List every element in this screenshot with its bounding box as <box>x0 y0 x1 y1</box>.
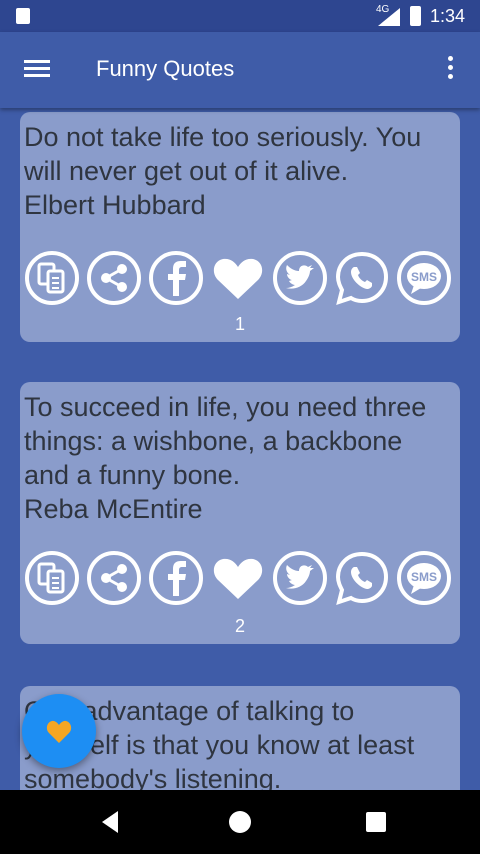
quote-body: To succeed in life, you need three thing… <box>24 390 454 526</box>
hamburger-menu-icon[interactable] <box>24 60 50 78</box>
heart-icon[interactable] <box>210 250 266 306</box>
copy-icon[interactable] <box>24 250 80 306</box>
system-nav-bar <box>0 790 480 854</box>
twitter-icon[interactable] <box>272 550 328 606</box>
quote-number: 1 <box>234 314 245 334</box>
sim-card-icon <box>16 8 30 24</box>
quote-card: To succeed in life, you need three thing… <box>20 382 460 644</box>
quote-card: Do not take life too seriously. You will… <box>20 112 460 342</box>
app-bar: Funny Quotes <box>0 32 480 108</box>
app-title: Funny Quotes <box>96 56 235 81</box>
svg-text:SMS: SMS <box>411 570 437 584</box>
share-icon[interactable] <box>86 250 142 306</box>
back-icon[interactable] <box>96 808 124 836</box>
share-icon[interactable] <box>86 550 142 606</box>
sms-icon[interactable]: SMS <box>396 250 452 306</box>
quote-text: To succeed in life, you need three thing… <box>24 392 427 490</box>
clock: 1:34 <box>430 6 466 26</box>
facebook-icon[interactable] <box>148 550 204 606</box>
quote-body: Do not take life too seriously. You will… <box>24 120 454 222</box>
heart-icon <box>46 720 72 743</box>
quote-author: Elbert Hubbard <box>24 190 206 220</box>
copy-icon[interactable] <box>24 550 80 606</box>
signal-icon <box>378 8 400 26</box>
quote-actions: SMS <box>22 550 462 614</box>
quote-list[interactable]: Do not take life too seriously. You will… <box>0 108 480 790</box>
quote-text: Do not take life too seriously. You will… <box>24 122 422 186</box>
svg-text:SMS: SMS <box>411 270 437 284</box>
facebook-icon[interactable] <box>148 250 204 306</box>
whatsapp-icon[interactable] <box>334 250 390 306</box>
twitter-icon[interactable] <box>272 250 328 306</box>
quote-number: 2 <box>234 616 245 636</box>
favorites-fab[interactable] <box>22 694 96 768</box>
battery-icon <box>410 6 421 26</box>
quote-author: Reba McEntire <box>24 494 203 524</box>
heart-icon[interactable] <box>210 550 266 606</box>
more-vert-icon[interactable] <box>442 56 458 84</box>
home-icon[interactable] <box>226 808 254 836</box>
status-bar: 4G 1:34 <box>0 0 480 32</box>
sms-icon[interactable]: SMS <box>396 550 452 606</box>
whatsapp-icon[interactable] <box>334 550 390 606</box>
recent-apps-icon[interactable] <box>362 808 390 836</box>
quote-actions: SMS <box>22 250 462 314</box>
